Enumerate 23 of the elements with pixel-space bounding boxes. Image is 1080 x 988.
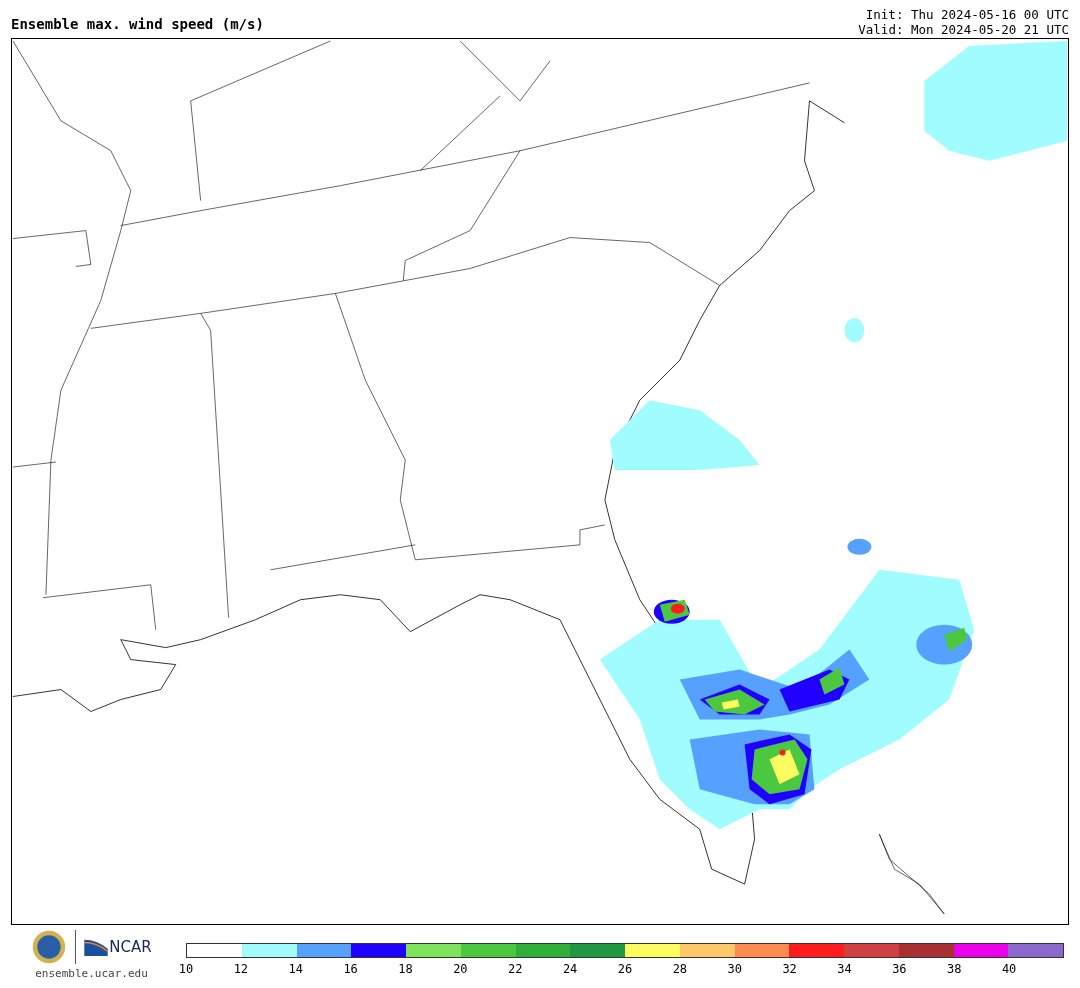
tick-label: 14 <box>288 962 303 976</box>
valid-time: Valid: Mon 2024-05-20 21 UTC <box>858 22 1069 37</box>
tick-label: 10 <box>178 962 194 976</box>
tick-label: 24 <box>562 962 578 976</box>
tick-label: 28 <box>672 962 688 976</box>
tick-label: 18 <box>398 962 413 976</box>
seal-icon <box>31 929 68 965</box>
tick-label: 22 <box>508 962 523 976</box>
tick-label: 12 <box>233 962 249 976</box>
tick-label: 36 <box>892 962 907 976</box>
tick-label: 34 <box>837 962 852 976</box>
tick-label: 30 <box>727 962 742 976</box>
init-time: Init: Thu 2024-05-16 00 UTC <box>865 7 1069 22</box>
swoosh-icon <box>84 938 109 956</box>
tick-label: 40 <box>1001 962 1017 976</box>
site-url: ensemble.ucar.edu <box>35 967 148 980</box>
tick-label: 32 <box>782 962 797 976</box>
logo-text: NCAR <box>109 938 152 956</box>
tick-label: 38 <box>947 962 962 976</box>
tick-label: 26 <box>617 962 633 976</box>
chart-title: Ensemble max. wind speed (m/s) <box>11 16 264 34</box>
tick-label: 20 <box>453 962 468 976</box>
tick-label: 16 <box>343 962 358 976</box>
